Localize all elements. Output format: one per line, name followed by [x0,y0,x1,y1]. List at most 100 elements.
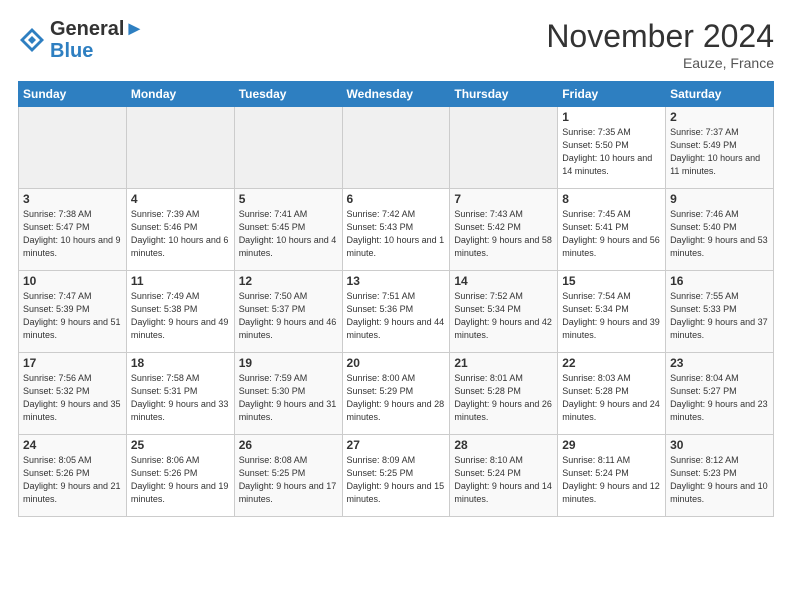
day-info: Sunrise: 7:41 AM Sunset: 5:45 PM Dayligh… [239,208,338,260]
calendar-cell: 6Sunrise: 7:42 AM Sunset: 5:43 PM Daylig… [342,189,450,271]
calendar-cell [234,107,342,189]
day-info: Sunrise: 7:59 AM Sunset: 5:30 PM Dayligh… [239,372,338,424]
day-info: Sunrise: 8:10 AM Sunset: 5:24 PM Dayligh… [454,454,553,506]
day-number: 15 [562,274,661,288]
day-number: 4 [131,192,230,206]
day-number: 23 [670,356,769,370]
day-info: Sunrise: 7:51 AM Sunset: 5:36 PM Dayligh… [347,290,446,342]
day-number: 21 [454,356,553,370]
day-info: Sunrise: 7:58 AM Sunset: 5:31 PM Dayligh… [131,372,230,424]
day-info: Sunrise: 8:00 AM Sunset: 5:29 PM Dayligh… [347,372,446,424]
calendar-cell: 23Sunrise: 8:04 AM Sunset: 5:27 PM Dayli… [666,353,774,435]
calendar-cell: 27 Sunrise: 8:09 AM Sunset: 5:25 PM Dayli… [342,435,450,517]
calendar-cell: 2Sunrise: 7:37 AM Sunset: 5:49 PM Daylig… [666,107,774,189]
calendar-cell: 11 Sunrise: 7:49 AM Sunset: 5:38 PM Dayli… [126,271,234,353]
calendar-week-row-2: 10 Sunrise: 7:47 AM Sunset: 5:39 PM Dayli… [19,271,774,353]
day-number: 14 [454,274,553,288]
day-number: 8 [562,192,661,206]
day-number: 22 [562,356,661,370]
calendar-week-row-1: 3 Sunrise: 7:38 AM Sunset: 5:47 PM Daylig… [19,189,774,271]
col-friday: Friday [558,82,666,107]
day-info: Sunrise: 8:11 AM Sunset: 5:24 PM Dayligh… [562,454,661,506]
day-info: Sunrise: 8:01 AM Sunset: 5:28 PM Dayligh… [454,372,553,424]
calendar-cell [342,107,450,189]
calendar-cell: 19 Sunrise: 7:59 AM Sunset: 5:30 PM Dayli… [234,353,342,435]
day-info: Sunrise: 8:06 AM Sunset: 5:26 PM Dayligh… [131,454,230,506]
day-info: Sunrise: 8:05 AM Sunset: 5:26 PM Dayligh… [23,454,122,506]
day-info: Sunrise: 7:35 AM Sunset: 5:50 PM Dayligh… [562,126,661,178]
calendar-cell: 28Sunrise: 8:10 AM Sunset: 5:24 PM Dayli… [450,435,558,517]
calendar-cell: 14 Sunrise: 7:52 AM Sunset: 5:34 PM Dayli… [450,271,558,353]
calendar-cell: 25Sunrise: 8:06 AM Sunset: 5:26 PM Dayli… [126,435,234,517]
day-number: 3 [23,192,122,206]
day-info: Sunrise: 7:56 AM Sunset: 5:32 PM Dayligh… [23,372,122,424]
calendar-cell [450,107,558,189]
calendar-cell: 8 Sunrise: 7:45 AM Sunset: 5:41 PM Daylig… [558,189,666,271]
day-number: 7 [454,192,553,206]
day-number: 20 [347,356,446,370]
day-number: 29 [562,438,661,452]
day-number: 26 [239,438,338,452]
calendar-week-row-0: 1 Sunrise: 7:35 AM Sunset: 5:50 PM Daylig… [19,107,774,189]
day-info: Sunrise: 7:37 AM Sunset: 5:49 PM Dayligh… [670,126,769,178]
calendar-cell: 5 Sunrise: 7:41 AM Sunset: 5:45 PM Daylig… [234,189,342,271]
day-info: Sunrise: 7:54 AM Sunset: 5:34 PM Dayligh… [562,290,661,342]
day-number: 6 [347,192,446,206]
calendar-cell: 13 Sunrise: 7:51 AM Sunset: 5:36 PM Dayli… [342,271,450,353]
calendar-cell: 29 Sunrise: 8:11 AM Sunset: 5:24 PM Dayli… [558,435,666,517]
day-number: 18 [131,356,230,370]
day-info: Sunrise: 8:08 AM Sunset: 5:25 PM Dayligh… [239,454,338,506]
calendar-cell: 10 Sunrise: 7:47 AM Sunset: 5:39 PM Dayli… [19,271,127,353]
col-thursday: Thursday [450,82,558,107]
col-monday: Monday [126,82,234,107]
page: General► Blue November 2024 Eauze, Franc… [0,0,792,527]
col-wednesday: Wednesday [342,82,450,107]
day-info: Sunrise: 7:50 AM Sunset: 5:37 PM Dayligh… [239,290,338,342]
day-info: Sunrise: 7:47 AM Sunset: 5:39 PM Dayligh… [23,290,122,342]
day-info: Sunrise: 7:38 AM Sunset: 5:47 PM Dayligh… [23,208,122,260]
calendar-cell: 4 Sunrise: 7:39 AM Sunset: 5:46 PM Daylig… [126,189,234,271]
day-number: 10 [23,274,122,288]
day-number: 11 [131,274,230,288]
day-info: Sunrise: 7:52 AM Sunset: 5:34 PM Dayligh… [454,290,553,342]
calendar-cell [126,107,234,189]
month-title: November 2024 [546,18,774,55]
day-number: 9 [670,192,769,206]
calendar-table: Sunday Monday Tuesday Wednesday Thursday… [18,81,774,517]
day-info: Sunrise: 7:45 AM Sunset: 5:41 PM Dayligh… [562,208,661,260]
location: Eauze, France [546,55,774,71]
calendar-cell: 24 Sunrise: 8:05 AM Sunset: 5:26 PM Dayli… [19,435,127,517]
calendar-cell: 22 Sunrise: 8:03 AM Sunset: 5:28 PM Dayli… [558,353,666,435]
day-info: Sunrise: 7:55 AM Sunset: 5:33 PM Dayligh… [670,290,769,342]
day-number: 1 [562,110,661,124]
calendar-cell [19,107,127,189]
calendar-cell: 15 Sunrise: 7:54 AM Sunset: 5:34 PM Dayli… [558,271,666,353]
day-info: Sunrise: 7:39 AM Sunset: 5:46 PM Dayligh… [131,208,230,260]
calendar-cell: 17Sunrise: 7:56 AM Sunset: 5:32 PM Dayli… [19,353,127,435]
day-number: 5 [239,192,338,206]
day-number: 27 [347,438,446,452]
day-number: 30 [670,438,769,452]
day-number: 13 [347,274,446,288]
calendar-cell: 9Sunrise: 7:46 AM Sunset: 5:40 PM Daylig… [666,189,774,271]
calendar-cell: 7Sunrise: 7:43 AM Sunset: 5:42 PM Daylig… [450,189,558,271]
calendar-cell: 1 Sunrise: 7:35 AM Sunset: 5:50 PM Daylig… [558,107,666,189]
col-saturday: Saturday [666,82,774,107]
day-number: 19 [239,356,338,370]
day-info: Sunrise: 8:09 AM Sunset: 5:25 PM Dayligh… [347,454,446,506]
calendar-cell: 30Sunrise: 8:12 AM Sunset: 5:23 PM Dayli… [666,435,774,517]
calendar-cell: 16Sunrise: 7:55 AM Sunset: 5:33 PM Dayli… [666,271,774,353]
calendar-cell: 18 Sunrise: 7:58 AM Sunset: 5:31 PM Dayli… [126,353,234,435]
title-block: November 2024 Eauze, France [546,18,774,71]
calendar-week-row-3: 17Sunrise: 7:56 AM Sunset: 5:32 PM Dayli… [19,353,774,435]
logo-text: General► Blue [50,18,144,62]
day-number: 24 [23,438,122,452]
day-info: Sunrise: 7:49 AM Sunset: 5:38 PM Dayligh… [131,290,230,342]
calendar-cell: 3 Sunrise: 7:38 AM Sunset: 5:47 PM Daylig… [19,189,127,271]
calendar-cell: 21 Sunrise: 8:01 AM Sunset: 5:28 PM Dayli… [450,353,558,435]
calendar-week-row-4: 24 Sunrise: 8:05 AM Sunset: 5:26 PM Dayli… [19,435,774,517]
calendar-cell: 12Sunrise: 7:50 AM Sunset: 5:37 PM Dayli… [234,271,342,353]
day-info: Sunrise: 8:03 AM Sunset: 5:28 PM Dayligh… [562,372,661,424]
logo-icon [18,26,46,54]
logo: General► Blue [18,18,144,62]
